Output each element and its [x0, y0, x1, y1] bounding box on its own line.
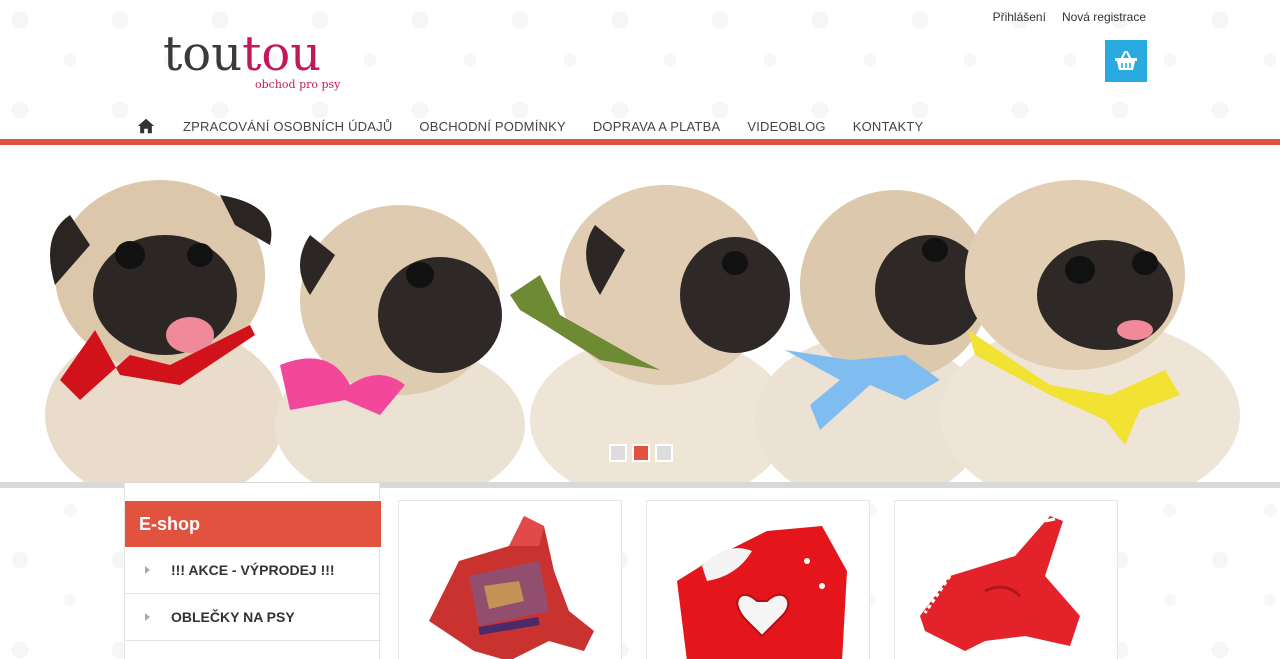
category-item-sale[interactable]: !!! AKCE - VÝPRODEJ !!!: [125, 547, 381, 594]
product-image-jacket: [429, 516, 594, 659]
cart-button[interactable]: [1105, 40, 1147, 82]
logo-text-part1: tou: [163, 26, 243, 82]
register-link[interactable]: Nová registrace: [1062, 10, 1146, 24]
nav-item-contacts[interactable]: KONTAKTY: [853, 119, 924, 134]
logo-tagline: obchod pro psy: [255, 78, 341, 91]
main-nav: ZPRACOVÁNÍ OSOBNÍCH ÚDAJŮ OBCHODNÍ PODMÍ…: [137, 117, 950, 135]
category-menu: !!! AKCE - VÝPRODEJ !!! OBLEČKY NA PSY: [125, 547, 381, 641]
slider-dot-3[interactable]: [655, 444, 673, 462]
sidebar-title: E-shop: [125, 501, 381, 547]
nav-accent-bar: [0, 139, 1280, 145]
product-card-3[interactable]: [894, 500, 1118, 659]
hero-image: [0, 145, 1280, 482]
shopping-basket-icon: [1115, 51, 1137, 70]
nav-item-shipping[interactable]: DOPRAVA A PLATBA: [593, 119, 720, 134]
logo-text-part2: tou: [242, 26, 322, 82]
nav-item-terms[interactable]: OBCHODNÍ PODMÍNKY: [419, 119, 565, 134]
product-image-jumpsuit: [677, 526, 847, 659]
category-label: OBLEČKY NA PSY: [171, 609, 295, 625]
login-link[interactable]: Přihlášení: [993, 10, 1046, 24]
category-item-clothes[interactable]: OBLEČKY NA PSY: [125, 594, 381, 641]
pug-illustration-1: [45, 180, 285, 482]
nav-item-videoblog[interactable]: VIDEOBLOG: [747, 119, 825, 134]
account-links: Přihlášení Nová registrace: [993, 10, 1146, 24]
product-card-2[interactable]: [646, 500, 870, 659]
product-image-tracksuit: [920, 516, 1080, 651]
home-icon[interactable]: [137, 117, 155, 135]
chevron-right-icon: [145, 566, 150, 574]
slider-dot-2[interactable]: [632, 444, 650, 462]
nav-item-gdpr[interactable]: ZPRACOVÁNÍ OSOBNÍCH ÚDAJŮ: [183, 119, 392, 134]
header: toutou obchod pro psy Přihlášení Nová re…: [0, 0, 1280, 145]
slider-dots: [609, 444, 673, 462]
slider-dot-1[interactable]: [609, 444, 627, 462]
hero-slider[interactable]: [0, 145, 1280, 482]
chevron-right-icon: [145, 613, 150, 621]
product-card-1[interactable]: [398, 500, 622, 659]
category-sidebar: E-shop !!! AKCE - VÝPRODEJ !!! OBLEČKY N…: [124, 483, 381, 659]
category-label: !!! AKCE - VÝPRODEJ !!!: [171, 562, 335, 578]
logo[interactable]: toutou obchod pro psy: [163, 30, 340, 91]
